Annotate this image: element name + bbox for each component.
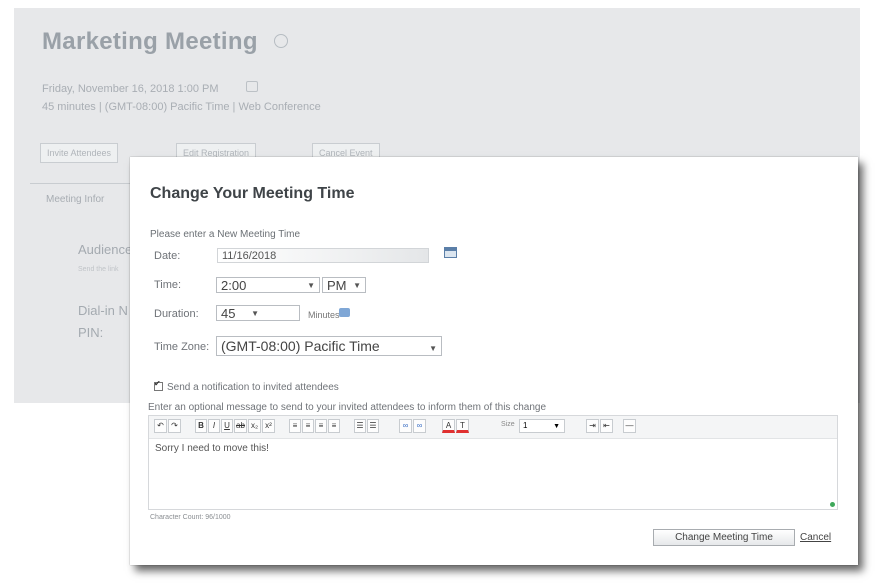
indent-icon[interactable]: ⇥ — [586, 419, 599, 433]
align-right-icon[interactable]: ≡ — [315, 419, 327, 433]
editor-content[interactable]: Sorry I need to move this! — [155, 443, 269, 454]
meeting-details: 45 minutes | (GMT-08:00) Pacific Time | … — [42, 101, 321, 113]
duration-label: Duration: — [154, 308, 199, 320]
chevron-down-icon: ▼ — [353, 281, 361, 290]
resize-handle[interactable] — [830, 502, 835, 507]
dialog-title: Change Your Meeting Time — [150, 185, 355, 202]
time-select[interactable]: 2:00 ▼ — [216, 277, 320, 293]
italic-icon[interactable]: I — [208, 419, 220, 433]
align-left-icon[interactable]: ≡ — [289, 419, 301, 433]
character-count: Character Count: 96/1000 — [150, 514, 231, 521]
duration-select[interactable]: 45 ▼ — [216, 305, 300, 321]
underline-icon[interactable]: U — [221, 419, 233, 433]
editor-toolbar: ↶ ↷ B I U ab x₂ x² ≡ ≡ ≡ ≡ ☰ ☰ ∞ ∞ A T S… — [149, 416, 837, 439]
bold-icon[interactable]: B — [195, 419, 207, 433]
unordered-list-icon[interactable]: ☰ — [367, 419, 379, 433]
font-size-select[interactable]: 1 ▼ — [519, 419, 565, 433]
calendar-icon[interactable] — [444, 247, 457, 258]
size-value: 1 — [523, 421, 528, 430]
superscript-icon[interactable]: x² — [262, 419, 275, 433]
strikethrough-icon[interactable]: ab — [234, 419, 247, 433]
optional-message-label: Enter an optional message to send to you… — [148, 402, 547, 413]
subscript-icon[interactable]: x₂ — [248, 419, 261, 433]
page-title: Marketing Meeting — [42, 28, 258, 55]
align-center-icon[interactable]: ≡ — [302, 419, 314, 433]
audience-sub: Send the link — [78, 266, 119, 273]
outdent-icon[interactable]: ⇤ — [600, 419, 613, 433]
chevron-down-icon: ▼ — [553, 423, 560, 430]
undo-icon[interactable]: ↶ — [154, 419, 167, 433]
audience-label: Audience — [78, 242, 133, 257]
date-label: Date: — [154, 250, 181, 262]
edit-icon — [274, 34, 288, 48]
change-meeting-time-button[interactable]: Change Meeting Time — [653, 529, 795, 546]
time-label: Time: — [154, 279, 182, 291]
minutes-label: Minutes — [308, 310, 340, 320]
unlink-icon[interactable]: ∞ — [413, 419, 426, 433]
chevron-down-icon: ▼ — [251, 309, 259, 318]
invite-attendees-button[interactable]: Invite Attendees — [40, 143, 119, 163]
ampm-value: PM — [327, 278, 347, 293]
meeting-date: Friday, November 16, 2018 1:00 PM — [42, 83, 219, 95]
cancel-link[interactable]: Cancel — [800, 532, 831, 543]
timezone-value: (GMT-08:00) Pacific Time — [221, 338, 380, 354]
size-label: Size — [501, 421, 515, 428]
message-editor[interactable]: ↶ ↷ B I U ab x₂ x² ≡ ≡ ≡ ≡ ☰ ☰ ∞ ∞ A T S… — [148, 415, 838, 510]
info-icon[interactable] — [339, 308, 350, 317]
pin-label: PIN: — [78, 325, 104, 340]
notify-row[interactable]: Send a notification to invited attendees — [154, 379, 339, 393]
change-meeting-time-dialog: Change Your Meeting Time Please enter a … — [130, 157, 858, 565]
redo-icon[interactable]: ↷ — [168, 419, 181, 433]
timezone-label: Time Zone: — [154, 341, 210, 353]
justify-icon[interactable]: ≡ — [328, 419, 340, 433]
timezone-select[interactable]: (GMT-08:00) Pacific Time ▼ — [216, 336, 442, 356]
ordered-list-icon[interactable]: ☰ — [354, 419, 366, 433]
notify-checkbox[interactable] — [154, 379, 163, 391]
time-value: 2:00 — [221, 278, 247, 293]
chevron-down-icon: ▼ — [307, 281, 315, 290]
calendar-icon — [246, 81, 258, 92]
notify-label: Send a notification to invited attendees — [167, 382, 339, 393]
duration-value: 45 — [221, 306, 236, 321]
date-input[interactable]: 11/16/2018 — [217, 248, 429, 263]
font-color-icon[interactable]: A — [442, 419, 455, 433]
clear-format-icon[interactable]: T — [456, 419, 469, 433]
ampm-select[interactable]: PM ▼ — [322, 277, 366, 293]
dialin-label: Dial-in N — [78, 303, 128, 318]
chevron-down-icon: ▼ — [429, 344, 437, 353]
horizontal-rule-icon[interactable]: — — [623, 419, 636, 433]
link-icon[interactable]: ∞ — [399, 419, 412, 433]
tab-meeting-info[interactable]: Meeting Infor — [46, 194, 104, 205]
dialog-prompt: Please enter a New Meeting Time — [150, 229, 301, 240]
